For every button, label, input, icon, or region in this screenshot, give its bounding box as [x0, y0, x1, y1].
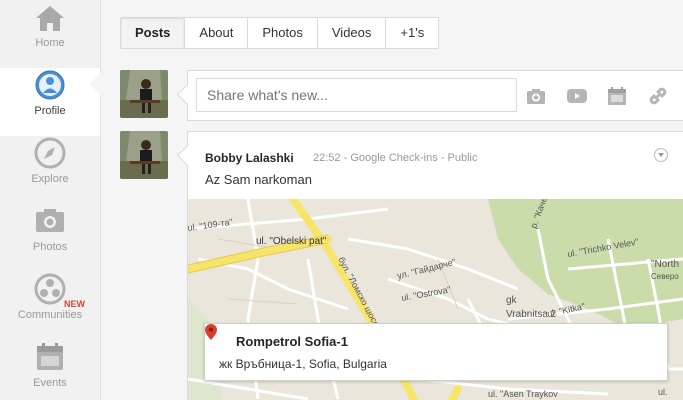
place-card[interactable]: Rompetrol Sofia-1 жк Връбница-1, Sofia, … — [204, 323, 668, 381]
map-label: ул. "Гайдарче" — [396, 257, 457, 281]
profile-main: Posts About Photos Videos +1's Share wha… — [101, 0, 683, 400]
post-time[interactable]: 22:52 — [313, 152, 341, 164]
avatar[interactable] — [120, 70, 168, 118]
place-address: жк Връбница-1, Sofia, Bulgaria — [219, 357, 387, 371]
tab-photos[interactable]: Photos — [247, 18, 317, 48]
rail-label-home: Home — [35, 37, 65, 49]
rail-label-explore: Explore — [31, 173, 69, 185]
rail-label-profile: Profile — [34, 105, 66, 117]
add-link-button[interactable] — [646, 84, 670, 108]
post-text: Az Sam narkoman — [205, 172, 312, 187]
tab-plusones[interactable]: +1's — [385, 18, 439, 48]
share-input[interactable] — [196, 78, 517, 112]
post-source[interactable]: Google Check-ins — [350, 152, 437, 164]
rail-item-events[interactable]: Events — [0, 340, 100, 400]
checkin-map[interactable]: ul. "Obelski pat" ul. "109-та" бул. "Лом… — [188, 199, 683, 400]
map-label: ul. "109-та" — [188, 217, 233, 233]
avatar-photo — [120, 131, 168, 179]
map-label: ul. — [658, 387, 668, 397]
camera-icon — [527, 89, 545, 104]
profile-icon — [35, 70, 65, 100]
active-indicator — [89, 72, 101, 96]
add-photo-button[interactable] — [524, 84, 548, 108]
post-author[interactable]: Bobby Lalashki — [205, 151, 294, 165]
post-visibility[interactable]: Public — [448, 152, 478, 164]
rail-item-photos[interactable]: Photos — [0, 204, 100, 272]
map-label: ul. "Asen Traykov — [488, 389, 558, 399]
camera-icon — [36, 209, 64, 232]
video-icon — [567, 89, 587, 103]
rail-label-events: Events — [33, 377, 67, 389]
share-box — [187, 70, 683, 121]
map-pin-icon — [205, 324, 217, 340]
tab-about[interactable]: About — [184, 18, 248, 48]
map-label: бул. "Ломско шосе" — [336, 255, 383, 331]
rail-item-communities[interactable]: Communities — [0, 272, 100, 340]
compass-icon — [34, 137, 66, 169]
rail-label-photos: Photos — [32, 241, 68, 253]
event-icon — [608, 87, 626, 105]
place-name[interactable]: Rompetrol Sofia-1 — [236, 334, 348, 349]
profile-tabs: Posts About Photos Videos +1's — [120, 17, 440, 49]
rail-item-explore[interactable]: Explore — [0, 136, 100, 204]
map-label: ul. "Obelski pat" — [256, 236, 327, 247]
post-meta: 22:52 - Google Check-ins - Public — [313, 152, 478, 164]
tab-videos[interactable]: Videos — [316, 18, 386, 48]
meta-separator: - — [340, 152, 351, 164]
post-options-menu[interactable] — [654, 148, 668, 162]
add-video-button[interactable] — [565, 84, 589, 108]
map-label: gk — [506, 295, 518, 306]
map-label: "North — [651, 259, 679, 270]
meta-separator: - — [437, 152, 448, 164]
rail-item-profile[interactable]: Profile — [0, 68, 100, 136]
communities-icon — [34, 273, 66, 305]
post-avatar[interactable] — [120, 131, 168, 179]
tab-posts[interactable]: Posts — [121, 18, 185, 48]
left-nav-rail: Home Profile Explore Photos Communities … — [0, 0, 101, 400]
home-icon — [36, 6, 64, 31]
post-card: Bobby Lalashki 22:52 - Google Check-ins … — [187, 131, 683, 400]
avatar-photo — [120, 70, 168, 118]
link-icon — [649, 87, 667, 105]
rail-label-communities: Communities — [17, 309, 83, 321]
new-badge: NEW — [64, 299, 85, 309]
rail-item-home[interactable]: Home — [0, 0, 100, 68]
map-label: Северо — [651, 272, 679, 281]
add-event-button[interactable] — [605, 84, 629, 108]
calendar-icon — [37, 343, 63, 370]
